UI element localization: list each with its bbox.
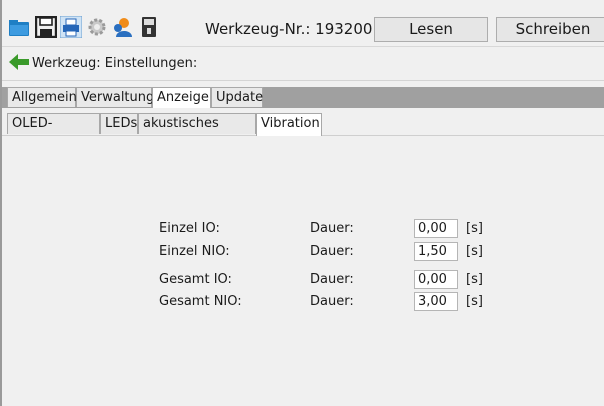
- tool-number-label: Werkzeug-Nr.: 19320014: [205, 20, 392, 38]
- tab-update[interactable]: Update: [211, 87, 263, 107]
- einzel-io-label: Einzel IO:: [159, 221, 220, 236]
- einzel-nio-duration-input[interactable]: 1,50: [414, 242, 458, 261]
- gesamt-nio-duration-input[interactable]: 3,00: [414, 292, 458, 311]
- gear-icon[interactable]: [86, 16, 108, 38]
- sub-tab-strip: OLED-Display LEDs akustisches Signal Vib…: [2, 108, 604, 151]
- gesamt-nio-unit: [s]: [466, 294, 483, 309]
- gesamt-io-label: Gesamt IO:: [159, 272, 232, 287]
- gesamt-nio-duration-label: Dauer:: [310, 294, 354, 309]
- main-tab-strip: Allgemein Verwaltung Anzeige Update: [2, 87, 604, 109]
- tab-allgemein[interactable]: Allgemein: [7, 87, 77, 107]
- app-window: Werkzeug-Nr.: 19320014 Lesen Schreiben W…: [0, 0, 604, 406]
- print-icon[interactable]: [60, 16, 82, 38]
- einzel-nio-duration-label: Dauer:: [310, 244, 354, 259]
- gesamt-nio-label: Gesamt NIO:: [159, 294, 242, 309]
- tab-oled-display[interactable]: OLED-Display: [7, 113, 100, 151]
- save-icon[interactable]: [35, 16, 57, 38]
- read-button[interactable]: Lesen: [374, 17, 488, 42]
- einzel-io-unit: [s]: [466, 221, 483, 236]
- tab-akustisches-signal[interactable]: akustisches Signal: [138, 113, 256, 151]
- settings-header: Werkzeug: Einstellungen:: [2, 47, 604, 81]
- back-arrow-icon[interactable]: [9, 54, 29, 70]
- tab-vibration[interactable]: Vibration: [256, 113, 322, 136]
- folder-icon[interactable]: [8, 16, 30, 38]
- tab-leds[interactable]: LEDs: [100, 113, 138, 134]
- gesamt-io-duration-input[interactable]: 0,00: [414, 270, 458, 289]
- toolbar: Werkzeug-Nr.: 19320014 Lesen Schreiben: [2, 0, 604, 47]
- device-icon[interactable]: [138, 16, 160, 38]
- tab-verwaltung[interactable]: Verwaltung: [76, 87, 154, 107]
- vibration-settings-panel: Einzel IO: Dauer: 0,00 [s] Einzel NIO: D…: [2, 136, 604, 406]
- einzel-io-duration-input[interactable]: 0,00: [414, 219, 458, 238]
- einzel-io-duration-label: Dauer:: [310, 221, 354, 236]
- gesamt-io-duration-label: Dauer:: [310, 272, 354, 287]
- user-icon[interactable]: [111, 16, 133, 38]
- einzel-nio-unit: [s]: [466, 244, 483, 259]
- write-button[interactable]: Schreiben: [496, 17, 604, 42]
- einzel-nio-label: Einzel NIO:: [159, 244, 230, 259]
- tab-anzeige[interactable]: Anzeige: [152, 87, 211, 109]
- gesamt-io-unit: [s]: [466, 272, 483, 287]
- page-title: Werkzeug: Einstellungen:: [32, 56, 198, 71]
